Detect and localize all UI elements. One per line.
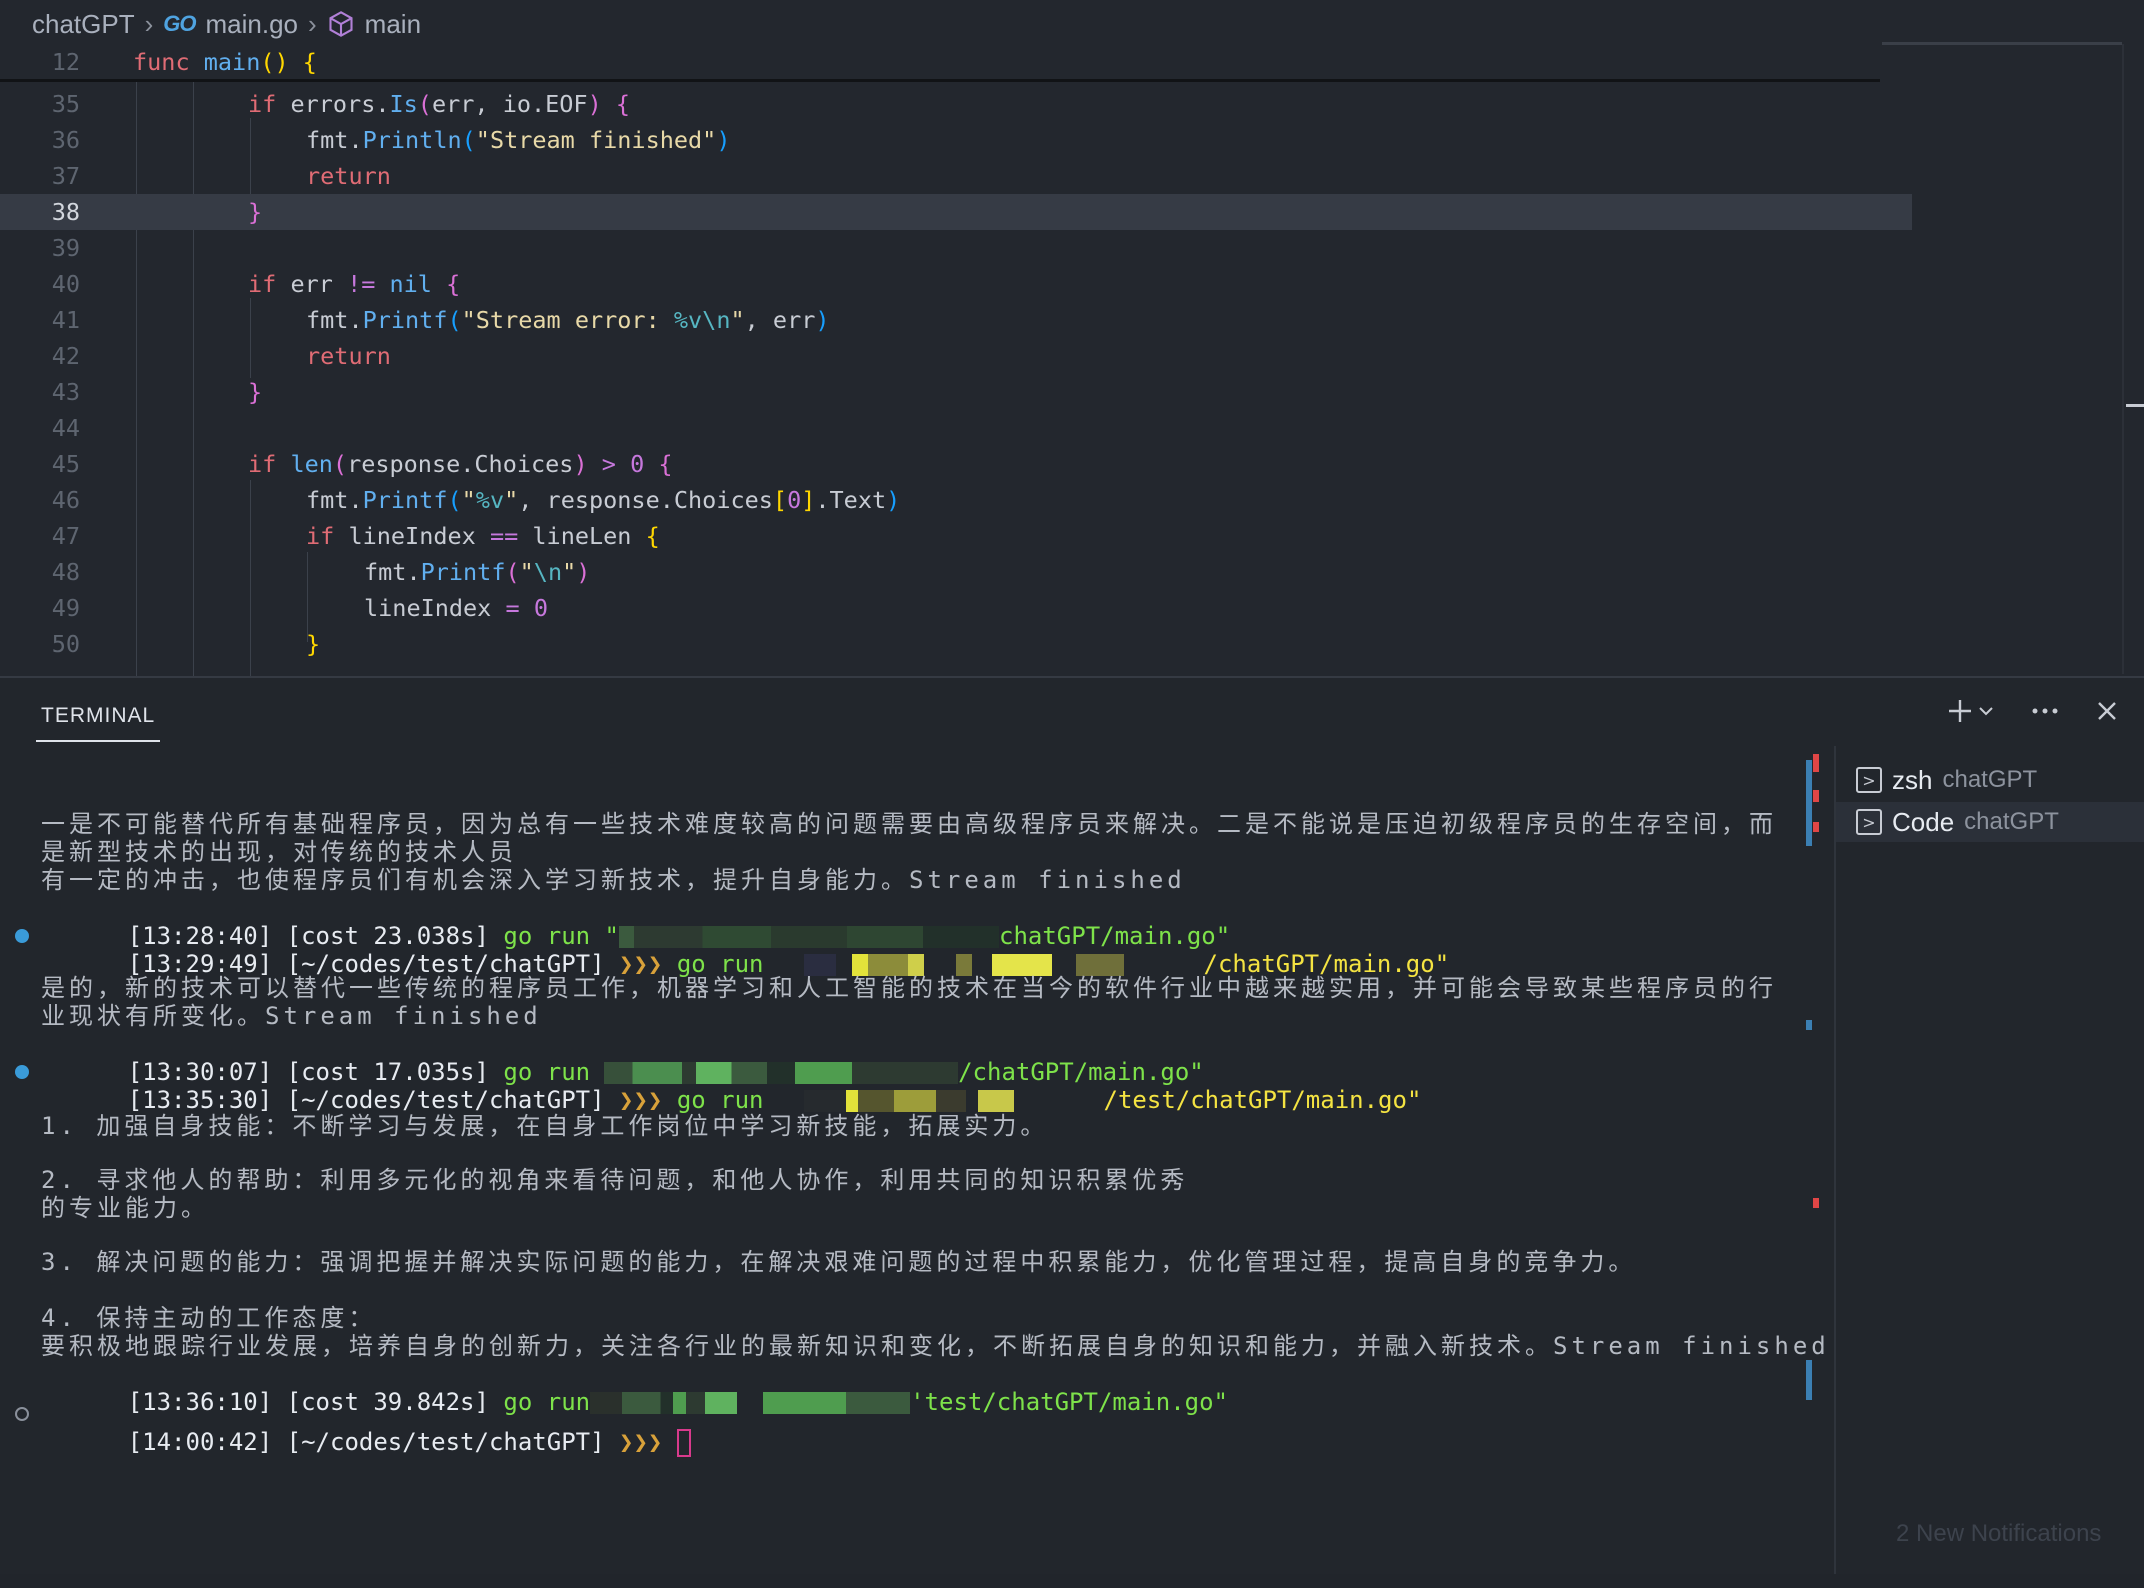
terminal-panel: TERMINAL 一是不可能替代所有基础程序员，因为总有一些技术难度较高的问题需…: [0, 676, 2144, 1588]
code-line: 49 lineIndex = 0: [51, 594, 548, 622]
command-success-dot[interactable]: [15, 929, 29, 943]
output-line: 有一定的冲击，也使程序员们有机会深入学习新技术，提升自身能力。Stream fi…: [41, 866, 1186, 894]
prompt-line[interactable]: [14:00:42] [~/codes/test/chatGPT] ❯❯❯: [41, 1400, 691, 1457]
go-file-icon: GO: [163, 11, 196, 36]
cost-line: [13:30:07] [cost 17.035s] go run/chatGPT…: [127, 1058, 1204, 1086]
output-line: 要积极地跟踪行业发展，培养自身的创新力，关注各行业的最新知识和变化，不断拓展自身…: [41, 1332, 1830, 1360]
scrollbar-cursor-marker: [2126, 404, 2144, 407]
code-line: 46 fmt.Printf("%v", response.Choices[0].…: [51, 486, 901, 514]
code-line: 40 if err != nil {: [51, 270, 461, 298]
breadcrumb-symbol[interactable]: main: [365, 9, 421, 40]
prompt-line: [13:35:30] [~/codes/test/chatGPT] ❯❯❯ go…: [127, 1086, 1422, 1114]
symbol-method-icon: [329, 11, 353, 37]
chevron-down-icon: [1979, 707, 1993, 716]
command-success-dot[interactable]: [15, 1065, 29, 1079]
sticky-scroll-line[interactable]: 12 func main() {: [0, 44, 1880, 82]
code-line: 50 }: [51, 630, 321, 658]
output-line: 2. 寻求他人的帮助：利用多元化的视角来看待问题，和他人协作，利用共同的知识积累…: [41, 1166, 1189, 1194]
redacted-path: [803, 1090, 1104, 1112]
chevron-right-icon: ›: [144, 8, 154, 39]
output-line: 一是不可能替代所有基础程序员，因为总有一些技术难度较高的问题需要由高级程序员来解…: [41, 810, 1777, 838]
minimap[interactable]: [1882, 42, 2122, 45]
output-line: 是新型技术的出现，对传统的技术人员: [41, 838, 517, 866]
code-line: 42 return: [51, 342, 391, 370]
new-terminal-button[interactable]: [1940, 694, 2000, 728]
output-line: 业现状有所变化。Stream finished: [41, 1002, 542, 1030]
cost-line: [13:28:40] [cost 23.038s] go run " chatGP…: [127, 922, 1231, 950]
code-line: 44: [51, 414, 80, 442]
terminal-output[interactable]: 一是不可能替代所有基础程序员，因为总有一些技术难度较高的问题需要由高级程序员来解…: [0, 746, 1830, 1588]
code-line-current: 38 }: [0, 194, 1912, 230]
add-icon: [1949, 700, 1971, 722]
notifications-toast[interactable]: 2 New Notifications: [1896, 1520, 2101, 1548]
terminal-list: > zsh chatGPT > Code chatGPT: [1834, 746, 2144, 1588]
code-line: 36 fmt.Println("Stream finished"): [51, 126, 731, 154]
code-line: 48 fmt.Printf("\n"): [51, 558, 591, 586]
code-line: 43 }: [51, 378, 263, 406]
more-actions-button[interactable]: [2028, 694, 2062, 728]
terminal-item-code[interactable]: > Code chatGPT: [1836, 802, 2144, 842]
close-panel-button[interactable]: [2090, 694, 2124, 728]
terminal-icon: >: [1856, 809, 1882, 835]
code-line: 47 if lineIndex == lineLen {: [51, 522, 660, 550]
breadcrumb-folder[interactable]: chatGPT: [32, 9, 135, 40]
cost-line: [13:36:10] [cost 39.842s] go run'test/ch…: [127, 1388, 1228, 1416]
output-line: 的专业能力。: [41, 1194, 209, 1222]
code-line: 39: [51, 234, 80, 262]
editor[interactable]: chatGPT › GO main.go › main 12 func main…: [0, 0, 2144, 676]
code-line: 45 if len(response.Choices) > 0 {: [51, 450, 673, 478]
terminal-item-zsh[interactable]: > zsh chatGPT: [1856, 760, 2037, 800]
command-pending-dot[interactable]: [15, 1407, 29, 1421]
terminal-cursor: [676, 1429, 691, 1457]
breadcrumb: chatGPT › GO main.go › main: [32, 4, 421, 44]
code-line: 35 if errors.Is(err, io.EOF) {: [51, 90, 631, 118]
output-line: 1. 加强自身技能：不断学习与发展，在自身工作岗位中学习新技能，拓展实力。: [41, 1112, 1049, 1140]
terminal-scrollbar[interactable]: [1806, 746, 1819, 1588]
terminal-icon: >: [1856, 767, 1882, 793]
breadcrumb-file[interactable]: main.go: [206, 9, 299, 40]
line-number: 12: [51, 47, 80, 76]
output-line: 是的，新的技术可以替代一些传统的程序员工作，机器学习和人工智能的技术在当今的软件…: [41, 974, 1777, 1002]
close-icon: [2098, 702, 2116, 720]
prompt-line: [13:29:49] [~/codes/test/chatGPT] ❯❯❯ go…: [127, 950, 1450, 978]
tab-terminal[interactable]: TERMINAL: [36, 698, 161, 742]
code-line: 37 return: [51, 162, 391, 190]
editor-scrollbar[interactable]: [2122, 44, 2124, 674]
panel-actions: [1940, 694, 2124, 728]
code-line: 41 fmt.Printf("Stream error: %v\n", err): [51, 306, 830, 334]
chevron-right-icon: ›: [308, 8, 317, 39]
status-bar: [0, 1574, 2144, 1588]
redacted-path: [803, 954, 1204, 976]
output-line: 4. 保持主动的工作态度：: [41, 1304, 377, 1332]
sticky-code: func main() {: [133, 47, 317, 76]
more-icon: [2032, 708, 2058, 714]
output-line: 3. 解决问题的能力：强调把握并解决实际问题的能力，在解决艰难问题的过程中积累能…: [41, 1248, 1637, 1276]
